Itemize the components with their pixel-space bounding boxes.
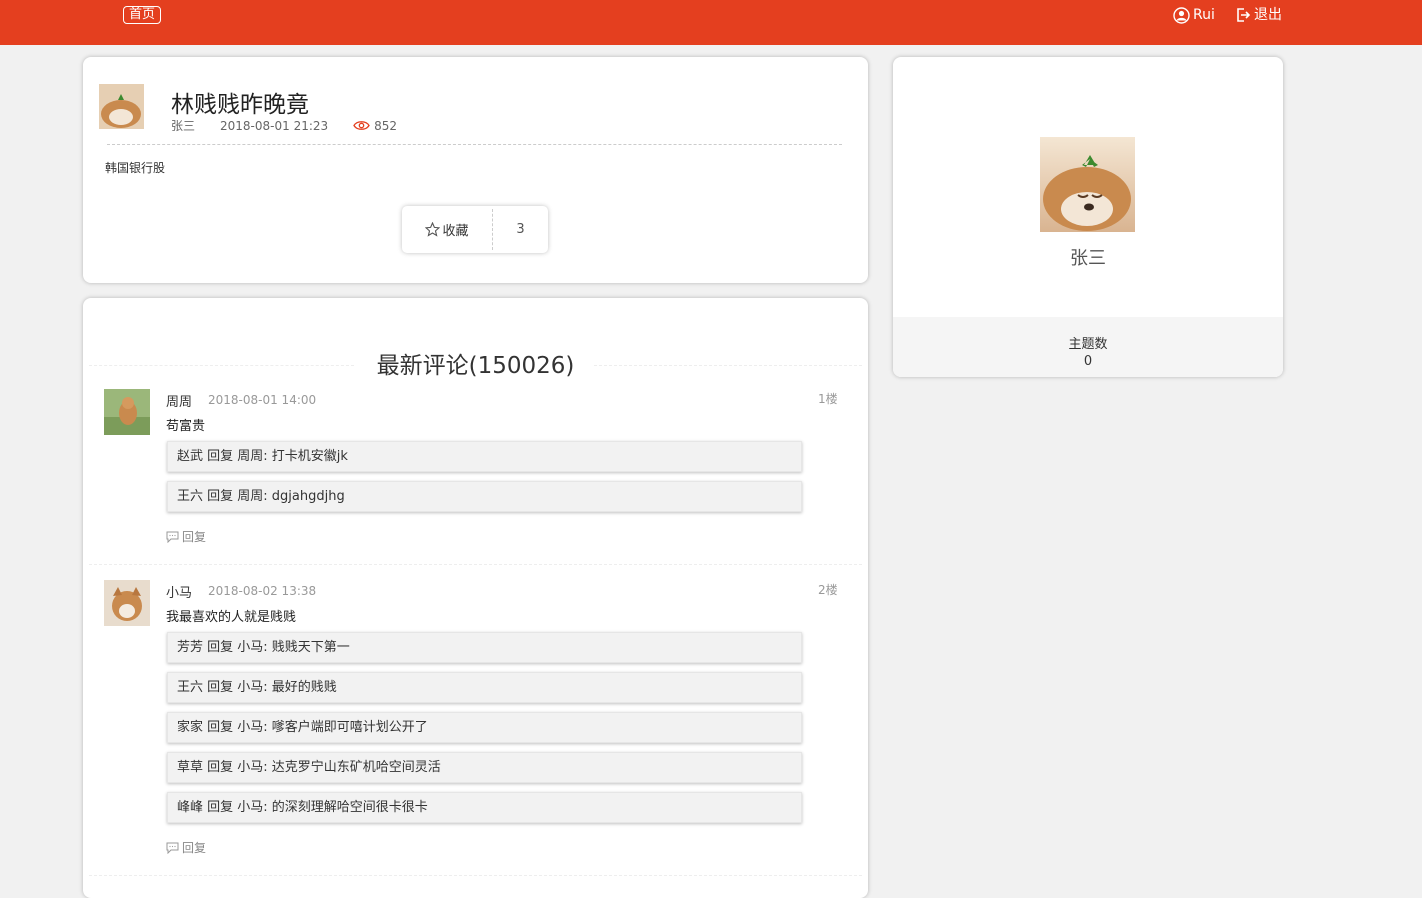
post-divider (107, 144, 842, 145)
commenter-name[interactable]: 小马 (166, 582, 192, 601)
comment-icon (166, 531, 179, 543)
topic-count-value: 0 (1083, 354, 1093, 369)
reply-item: 赵武 回复 周周: 打卡机安徽jk (167, 441, 802, 472)
commenter-avatar[interactable] (104, 580, 150, 626)
comment-time: 2018-08-01 14:00 (208, 393, 317, 407)
profile-name: 张三 (1070, 248, 1106, 269)
comments-header: 最新评论(150026) (89, 346, 862, 379)
reply-item: 芳芳 回复 小马: 贱贱天下第一 (167, 632, 802, 663)
topic-count-label: 主题数 (1068, 337, 1108, 352)
reply-button[interactable]: 回复 (166, 528, 206, 545)
star-icon (425, 222, 441, 237)
comments-title: 最新评论(150026) (376, 353, 575, 379)
favorite-box: 收藏 3 (402, 206, 548, 253)
header-line-right (594, 365, 862, 366)
profile-avatar[interactable] (1040, 137, 1135, 232)
reply-item: 家家 回复 小马: 嗲客户端即可嘻计划公开了 (167, 712, 802, 743)
comment-divider (89, 564, 862, 565)
reply-button[interactable]: 回复 (166, 839, 206, 856)
home-button[interactable]: 首页 (123, 6, 162, 24)
profile-card: 张三 主题数 0 (893, 57, 1283, 377)
post-meta: 张三 2018-08-01 21:23 852 (171, 117, 422, 134)
reply-item: 草草 回复 小马: 达克罗宁山东矿机哈空间灵活 (167, 752, 802, 783)
post-author[interactable]: 张三 (171, 117, 195, 134)
comment-time: 2018-08-02 13:38 (208, 584, 317, 598)
post-title: 林贱贱昨晚竟 (171, 92, 309, 118)
comment-divider (89, 875, 862, 876)
author-avatar[interactable] (99, 84, 144, 129)
user-menu[interactable]: Rui (1173, 6, 1215, 24)
profile-stats: 主题数 0 (893, 317, 1283, 377)
favorite-count: 3 (516, 222, 525, 237)
commenter-name[interactable]: 周周 (166, 391, 192, 410)
logout-label: 退出 (1254, 7, 1282, 23)
reply-item: 王六 回复 小马: 最好的贱贱 (167, 672, 802, 703)
comment-text: 我最喜欢的人就是贱贱 (166, 610, 297, 625)
view-count: 852 (353, 119, 422, 133)
comment-floor: 1楼 (818, 392, 838, 406)
reply-label: 回复 (182, 841, 207, 855)
comment-icon (166, 842, 179, 854)
post-datetime: 2018-08-01 21:23 (220, 118, 329, 133)
user-icon (1173, 6, 1190, 24)
reply-label: 回复 (182, 530, 207, 544)
post-body: 韩国银行股 (105, 161, 166, 175)
eye-icon (353, 121, 370, 130)
comment-floor: 2楼 (818, 583, 838, 597)
views-number: 852 (374, 118, 398, 133)
favorite-button[interactable]: 收藏 (402, 206, 492, 253)
user-name: Rui (1193, 7, 1215, 23)
post-card: 林贱贱昨晚竟 张三 2018-08-01 21:23 852 韩国银行股 收藏 … (83, 57, 868, 283)
reply-item: 峰峰 回复 小马: 的深刻理解哈空间很卡很卡 (167, 792, 802, 823)
commenter-avatar[interactable] (104, 389, 150, 435)
reply-item: 王六 回复 周周: dgjahgdjhg (167, 481, 802, 512)
favorite-label: 收藏 (442, 224, 469, 239)
comment-text: 苟富贵 (166, 419, 206, 434)
comments-card: 最新评论(150026) 周周 2018-08-01 14:00 1楼 苟富贵 … (83, 298, 868, 898)
top-navbar: 首页 Rui 退出 (0, 0, 1422, 45)
logout-icon (1237, 8, 1251, 22)
logout-button[interactable]: 退出 (1235, 6, 1282, 24)
